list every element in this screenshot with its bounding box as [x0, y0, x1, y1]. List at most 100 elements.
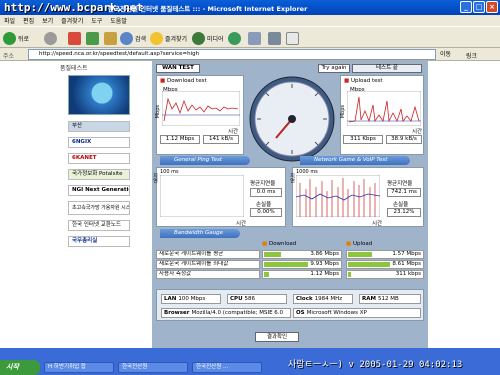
row-label: 새로운국 게이트웨이를 최대값 — [156, 260, 260, 269]
ping-loss-value: 0.00% — [250, 208, 282, 217]
history-icon — [228, 31, 241, 45]
upload-legend: ■ Upload — [346, 241, 373, 247]
voip-graph — [296, 175, 380, 217]
table-row: 새로운국 게이트웨이를 평균 3.86 Mbps 1.57 Mbps — [156, 250, 424, 259]
media-button[interactable]: 미디어 — [192, 31, 224, 45]
start-button[interactable]: 시작 — [0, 360, 40, 375]
links-button[interactable]: 링크 — [466, 51, 477, 60]
stop-icon — [68, 31, 81, 45]
download-value: 1.12 Mbps — [310, 271, 339, 277]
download-gauge: 9.93 Mbps — [262, 260, 342, 269]
download-gauge-fill — [264, 252, 281, 257]
menu-file[interactable]: 파일 — [4, 16, 15, 25]
ping-graph — [160, 175, 244, 217]
left-link-pm-office[interactable]: 국무총리실 — [68, 236, 130, 247]
bandwidth-gauge-header: Bandwidth Gauge — [160, 229, 240, 238]
upload-value: 8.61 Mbps — [392, 261, 421, 267]
page-content: 품질테스트 부산 6NGIX 6KANET 국가정보화 Potalsite NG… — [0, 61, 500, 348]
window-controls: _ □ × — [460, 1, 498, 13]
home-button[interactable] — [104, 31, 117, 45]
edit-button[interactable] — [286, 31, 299, 45]
upload-kbs: 38.9 kB/s — [386, 135, 422, 144]
taskbar-item[interactable]: 한국전산원 — [118, 362, 188, 373]
menu-help[interactable]: 도움말 — [110, 16, 127, 25]
voip-loss-value: 23.12% — [387, 208, 421, 217]
mail-button[interactable] — [248, 31, 261, 45]
menu-tools[interactable]: 도구 — [91, 16, 102, 25]
edit-page-icon — [286, 31, 299, 45]
upload-gauge: 1.57 Mbps — [346, 250, 424, 259]
favorites-button[interactable]: 즐겨찾기 — [150, 31, 187, 45]
upload-gauge-fill — [348, 262, 390, 267]
date-watermark: 사랑ㅌㅡㅅㅡ) v 2005-01-29 04:02:13 — [288, 360, 463, 370]
mail-icon — [248, 31, 261, 45]
print-button[interactable] — [268, 31, 281, 45]
search-button[interactable]: 검색 — [120, 31, 146, 45]
search-icon — [120, 31, 133, 45]
wan-test-tab[interactable]: WAN TEST — [156, 64, 200, 73]
menu-edit[interactable]: 편집 — [23, 16, 34, 25]
download-kbs: 141 kB/s — [203, 135, 239, 144]
table-row: 사용자 측정값 1.12 Mbps 311 kbps — [156, 270, 424, 279]
go-button[interactable]: 이동 — [440, 49, 451, 58]
taskbar-item[interactable]: H 하반기취업 합 — [44, 362, 114, 373]
download-gauge: 3.86 Mbps — [262, 250, 342, 259]
result-check-button[interactable]: 결과확인 — [255, 332, 299, 342]
refresh-icon — [86, 31, 99, 45]
upload-value: 311 kbps — [395, 271, 421, 277]
refresh-button[interactable] — [86, 31, 99, 45]
left-link-6kanet[interactable]: 6KANET — [68, 153, 130, 164]
left-link-resources[interactable]: 초고속국가망 가용자원 시스템 — [68, 201, 130, 215]
left-menu: 부산 6NGIX 6KANET 국가정보화 Potalsite NGI Next… — [68, 75, 130, 252]
left-link-portal[interactable]: 국가정보화 Potalsite — [68, 169, 130, 180]
ping-time-label: 시간 — [236, 221, 247, 227]
ram-info: RAM 512 MB — [359, 294, 421, 304]
table-row: 새로운국 게이트웨이를 최대값 9.93 Mbps 8.61 Mbps — [156, 260, 424, 269]
download-gauge: 1.12 Mbps — [262, 270, 342, 279]
upload-gauge: 311 kbps — [346, 270, 424, 279]
maximize-button[interactable]: □ — [473, 1, 485, 13]
left-link-ngi[interactable]: NGI Next Generation — [68, 185, 130, 196]
forward-button[interactable] — [44, 31, 57, 45]
forward-arrow-icon — [44, 31, 57, 45]
back-button[interactable]: 뒤로 — [3, 31, 29, 45]
taskbar-item[interactable]: 한국전산원 ... — [192, 362, 262, 373]
upload-graph — [347, 91, 421, 126]
upload-title: ■ Upload test — [344, 78, 383, 84]
menu-favorites[interactable]: 즐겨찾기 — [61, 16, 83, 25]
left-header: 품질테스트 — [60, 65, 88, 72]
minimize-button[interactable]: _ — [460, 1, 472, 13]
left-link-ix[interactable]: 한국 인터넷 교환노드 — [68, 220, 130, 231]
row-label: 사용자 측정값 — [156, 270, 260, 279]
download-gauge-fill — [264, 262, 308, 267]
address-label: 주소 — [3, 53, 15, 60]
try-again-button[interactable]: Try again — [318, 64, 350, 73]
address-bar: 주소 http://speed.nca.or.kr/speedtest/defa… — [0, 48, 500, 61]
stop-button[interactable] — [68, 31, 81, 45]
history-button[interactable] — [228, 31, 241, 45]
media-icon — [192, 31, 205, 45]
system-info: LAN 100 Mbps CPU 586 Clock 1984 MHz RAM 512 … — [156, 289, 424, 321]
menu-view[interactable]: 보기 — [42, 16, 53, 25]
download-graph — [162, 91, 240, 126]
lan-info: LAN 100 Mbps — [161, 294, 221, 304]
ping-ylabel: 지연 — [152, 173, 158, 183]
ping-avg-value: 0.0 ms — [250, 188, 282, 197]
ping-test-header: General Ping Test — [160, 156, 250, 165]
upload-value: 1.57 Mbps — [392, 251, 421, 257]
voip-avg-label: 평균지연율 — [387, 181, 413, 187]
voip-ylabel: 지연 — [289, 173, 295, 183]
left-link-busan[interactable]: 부산 — [68, 121, 130, 132]
upload-gauge: 8.61 Mbps — [346, 260, 424, 269]
globe-banner[interactable] — [68, 75, 130, 115]
close-button[interactable]: × — [486, 1, 498, 13]
upload-gauge-fill — [348, 272, 351, 277]
download-mbps: 1.12 Mbps — [160, 135, 200, 144]
voip-avg-value: 742.1 ms — [387, 188, 421, 197]
back-arrow-icon — [3, 31, 16, 45]
cpu-info: CPU 586 — [227, 294, 287, 304]
left-link-6ngix[interactable]: 6NGIX — [68, 137, 130, 148]
address-input[interactable]: http://speed.nca.or.kr/speedtest/default… — [28, 49, 436, 60]
speed-gauge — [249, 76, 335, 162]
printer-icon — [268, 31, 281, 45]
